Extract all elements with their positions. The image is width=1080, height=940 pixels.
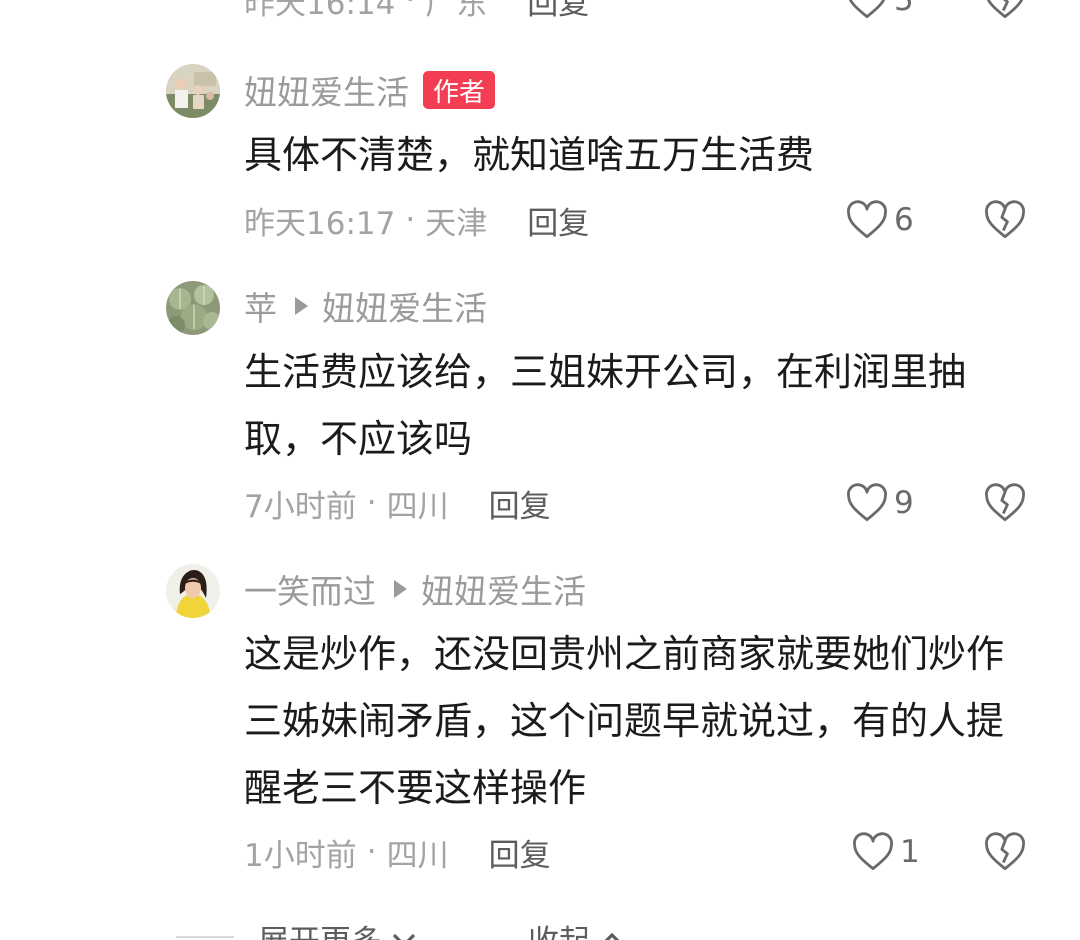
reply-button[interactable]: 回复 — [489, 830, 551, 875]
reply-button[interactable]: 回复 — [527, 0, 589, 23]
comment-time: 1小时前 — [244, 830, 357, 875]
heart-icon — [846, 0, 888, 20]
like-count: 9 — [894, 485, 914, 521]
reply-button[interactable]: 回复 — [489, 481, 551, 526]
comment-text: 具体不清楚，就知道啥五万生活费 — [244, 122, 1034, 189]
collapse-button[interactable]: 收起 — [528, 916, 626, 940]
like-button[interactable]: 9 — [846, 480, 914, 526]
dislike-button[interactable] — [983, 197, 1027, 243]
dislike-button[interactable] — [983, 829, 1027, 875]
meta-separator: · — [367, 834, 377, 870]
broken-heart-icon — [984, 0, 1026, 20]
previous-comment-meta: 昨天16:14 · 广东 回复 5 — [0, 0, 1080, 28]
expand-more-button[interactable]: 展开更多 — [258, 916, 418, 940]
comment-location: 四川 — [387, 481, 449, 526]
chevron-up-icon — [598, 929, 626, 940]
avatar-image — [166, 281, 220, 335]
broken-heart-icon — [984, 832, 1026, 872]
like-count: 5 — [894, 0, 914, 18]
avatar[interactable] — [166, 564, 220, 618]
heart-icon — [846, 483, 888, 523]
comment-location: 四川 — [387, 830, 449, 875]
comment-header: 苹 妞妞爱生活 — [244, 284, 487, 328]
reply-arrow-icon — [295, 297, 308, 315]
expand-more-label: 展开更多 — [258, 916, 382, 940]
reply-arrow-icon — [394, 580, 407, 598]
dislike-button[interactable] — [983, 0, 1027, 23]
comment-location: 广东 — [425, 0, 487, 23]
like-count: 1 — [900, 834, 920, 870]
chevron-down-icon — [390, 929, 418, 940]
dislike-button[interactable] — [983, 480, 1027, 526]
username[interactable]: 苹 — [244, 282, 277, 330]
divider-line — [176, 936, 234, 938]
reply-button[interactable]: 回复 — [527, 198, 589, 243]
comment-time: 昨天16:14 — [244, 0, 395, 23]
like-button[interactable]: 6 — [846, 197, 914, 243]
like-button[interactable]: 5 — [846, 0, 914, 23]
collapse-label: 收起 — [528, 916, 590, 940]
meta-separator: · — [405, 0, 415, 18]
comment-header: 妞妞爱生活 作者 — [244, 68, 495, 112]
comment-location: 天津 — [425, 198, 487, 243]
reply-to-username[interactable]: 妞妞爱生活 — [322, 282, 487, 330]
like-count: 6 — [894, 202, 914, 238]
username[interactable]: 妞妞爱生活 — [244, 66, 409, 114]
meta-separator: · — [405, 202, 415, 238]
comment-meta: 昨天16:17 · 天津 回复 — [244, 197, 589, 243]
meta-separator: · — [367, 485, 377, 521]
avatar-image — [166, 64, 220, 118]
expand-collapse-bar: 展开更多 收起 — [0, 910, 1080, 940]
comment-meta: 7小时前 · 四川 回复 — [244, 480, 551, 526]
comment-time: 昨天16:17 — [244, 198, 395, 243]
comment-text: 这是炒作，还没回贵州之前商家就要她们炒作三姊妹闹矛盾，这个问题早就说过，有的人提… — [244, 621, 1034, 822]
heart-icon — [846, 200, 888, 240]
avatar-image — [166, 564, 220, 618]
broken-heart-icon — [984, 483, 1026, 523]
comment-meta: 1小时前 · 四川 回复 — [244, 829, 551, 875]
avatar[interactable] — [166, 64, 220, 118]
like-button[interactable]: 1 — [852, 829, 920, 875]
author-badge: 作者 — [423, 71, 495, 109]
broken-heart-icon — [984, 200, 1026, 240]
heart-icon — [852, 832, 894, 872]
avatar[interactable] — [166, 281, 220, 335]
username[interactable]: 一笑而过 — [244, 565, 376, 613]
comment-time: 7小时前 — [244, 481, 357, 526]
reply-to-username[interactable]: 妞妞爱生活 — [421, 565, 586, 613]
comment-header: 一笑而过 妞妞爱生活 — [244, 567, 586, 611]
comment-text: 生活费应该给，三姐妹开公司，在利润里抽取，不应该吗 — [244, 339, 1034, 473]
